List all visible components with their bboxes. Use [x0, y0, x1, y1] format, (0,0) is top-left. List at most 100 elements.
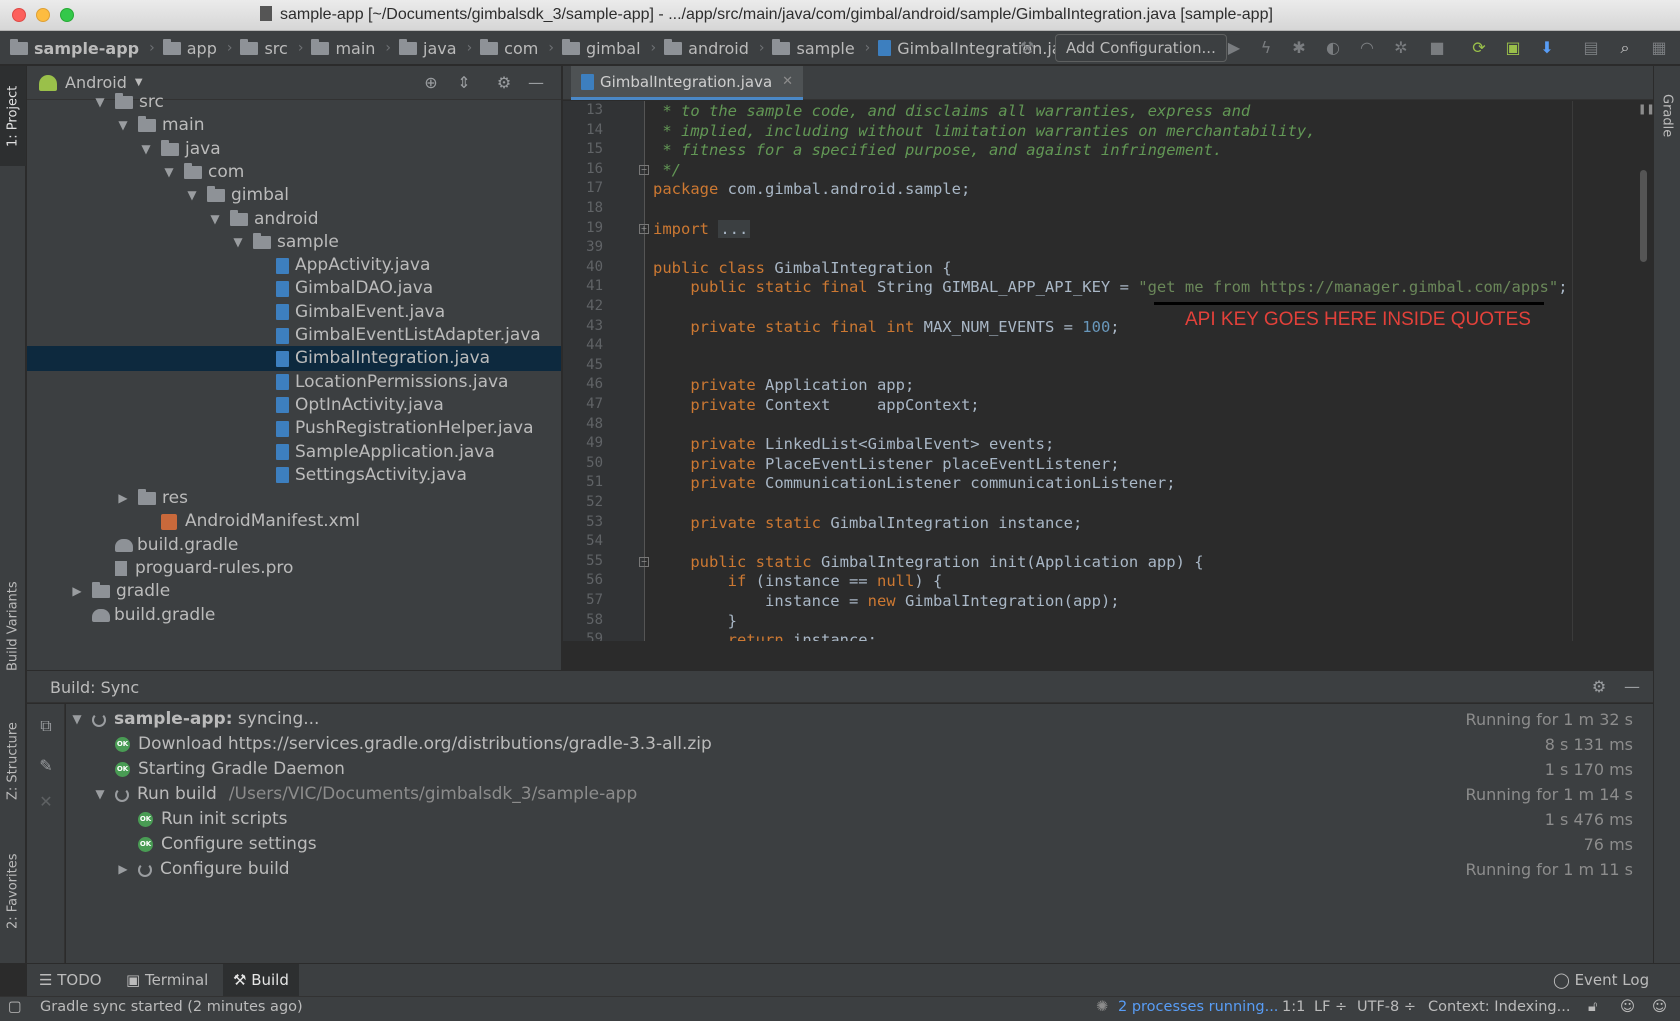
- run-icon[interactable]: ▶: [1225, 39, 1243, 57]
- gradle-tool-tab[interactable]: Gradle: [1654, 76, 1680, 156]
- close-window-button[interactable]: [12, 8, 26, 22]
- chevron-down-icon[interactable]: ▼: [208, 207, 222, 232]
- code-line[interactable]: if (instance == null) {: [653, 572, 943, 590]
- feedback-icon[interactable]: ☺: [1652, 999, 1667, 1015]
- background-processes-link[interactable]: 2 processes running...: [1118, 999, 1278, 1015]
- tree-item[interactable]: ▼ java: [27, 137, 220, 162]
- fold-toggle-icon[interactable]: +: [639, 223, 649, 234]
- chevron-down-icon[interactable]: ▼: [231, 230, 245, 255]
- code-editor[interactable]: 13 14 15 16 17 18 19 39 40 41 42 43 44 45 46 47 48 49 50 51…: [563, 101, 1653, 641]
- code-line[interactable]: private Context appContext;: [653, 396, 979, 414]
- toggle-view-icon[interactable]: ⧉: [36, 716, 56, 736]
- build-variants-tool-tab[interactable]: Build Variants: [0, 566, 26, 686]
- build-tree-item[interactable]: OK Configure settings: [116, 832, 317, 857]
- hammer-icon[interactable]: ⚒: [1018, 39, 1036, 57]
- breadcrumb-item[interactable]: GimbalIntegration.java: [878, 39, 1081, 58]
- tree-item[interactable]: ▶ gradle: [27, 579, 170, 604]
- layout-icon[interactable]: ▦: [1650, 39, 1668, 57]
- chevron-right-icon[interactable]: ▶: [116, 857, 130, 882]
- hide-panel-icon[interactable]: —: [527, 74, 545, 92]
- breadcrumb-item[interactable]: app: [162, 38, 217, 58]
- code-line[interactable]: * to the sample code, and disclaims all …: [653, 102, 1250, 120]
- code-line[interactable]: instance = new GimbalIntegration(app);: [653, 592, 1120, 610]
- breadcrumb-item[interactable]: sample: [772, 38, 855, 58]
- tree-item[interactable]: ▼ main: [27, 113, 204, 138]
- project-tool-tab[interactable]: 1: Project: [0, 66, 26, 166]
- breadcrumb-item[interactable]: com: [480, 38, 538, 58]
- build-tree-item[interactable]: OK Download https://services.gradle.org/d…: [93, 732, 712, 757]
- tree-item[interactable]: AndroidManifest.xml: [27, 509, 360, 534]
- code-line[interactable]: private Application app;: [653, 376, 914, 394]
- build-tab[interactable]: ⚒ Build: [223, 964, 299, 997]
- sdk-manager-icon[interactable]: ⬇: [1538, 39, 1556, 57]
- fold-toggle-icon[interactable]: −: [639, 164, 649, 175]
- sync-gradle-icon[interactable]: ⟳: [1470, 39, 1488, 57]
- project-structure-icon[interactable]: ▤: [1582, 39, 1600, 57]
- add-configuration-button[interactable]: Add Configuration...: [1055, 34, 1227, 62]
- chevron-down-icon[interactable]: ▼: [116, 113, 130, 138]
- terminal-tab[interactable]: ▣ Terminal: [116, 964, 218, 997]
- chevron-down-icon[interactable]: ▼: [162, 160, 176, 185]
- coverage-icon[interactable]: ◐: [1324, 39, 1342, 57]
- line-separator-selector[interactable]: LF ÷: [1314, 999, 1347, 1015]
- code-line[interactable]: * fitness for a specified purpose, and a…: [653, 141, 1222, 159]
- breadcrumb-item[interactable]: main: [311, 38, 375, 58]
- toggle-tool-windows-icon[interactable]: ▢: [8, 999, 22, 1015]
- close-icon[interactable]: ✕: [782, 74, 793, 89]
- gear-icon[interactable]: ⚙: [495, 74, 513, 92]
- code-line[interactable]: private static final int MAX_NUM_EVENTS …: [653, 318, 1119, 336]
- breadcrumb-item[interactable]: gimbal: [561, 38, 641, 58]
- debug-icon[interactable]: ✱: [1290, 39, 1308, 57]
- build-tree-item[interactable]: ▼ Run build/Users/VIC/Documents/gimbalsdk…: [93, 782, 637, 807]
- chevron-right-icon[interactable]: ▶: [116, 486, 130, 511]
- hector-icon[interactable]: ☺: [1620, 999, 1635, 1015]
- collapse-all-icon[interactable]: ⇕: [455, 74, 473, 92]
- favorites-tool-tab[interactable]: 2: Favorites: [0, 836, 26, 946]
- tree-item[interactable]: GimbalIntegration.java: [27, 346, 561, 372]
- build-hide-icon[interactable]: —: [1623, 678, 1641, 696]
- stop-icon[interactable]: ■: [1428, 39, 1446, 57]
- tree-item[interactable]: ▶ res: [27, 486, 188, 511]
- tree-item[interactable]: ▼ android: [27, 207, 318, 232]
- maximize-window-button[interactable]: [60, 8, 74, 22]
- chevron-down-icon[interactable]: ▼: [139, 137, 153, 162]
- tree-item[interactable]: AppActivity.java: [27, 253, 430, 278]
- code-line[interactable]: public static GimbalIntegration init(App…: [653, 553, 1203, 571]
- breadcrumb-item[interactable]: android: [664, 38, 749, 58]
- editor-tab-gimbalintegration[interactable]: GimbalIntegration.java ✕: [571, 66, 804, 100]
- lock-icon[interactable]: 🔓︎: [1588, 999, 1597, 1015]
- tree-item[interactable]: ▼ sample: [27, 230, 338, 255]
- code-line[interactable]: private static GimbalIntegration instanc…: [653, 514, 1082, 532]
- code-line[interactable]: * implied, including without limitation …: [653, 122, 1315, 140]
- pin-icon[interactable]: ✎: [36, 756, 56, 776]
- code-line[interactable]: private PlaceEventListener placeEventLis…: [653, 455, 1119, 473]
- code-line[interactable]: return instance;: [653, 631, 877, 641]
- tree-item[interactable]: GimbalEventListAdapter.java: [27, 323, 541, 348]
- breadcrumb-item[interactable]: src: [240, 38, 288, 58]
- todo-tab[interactable]: ☰ TODO: [29, 964, 112, 997]
- caret-position[interactable]: 1:1: [1282, 999, 1305, 1015]
- close-tab-icon[interactable]: ✕: [36, 792, 56, 812]
- encoding-selector[interactable]: UTF-8 ÷: [1357, 999, 1416, 1015]
- structure-tool-tab[interactable]: Z: Structure: [0, 706, 26, 816]
- avd-manager-icon[interactable]: ▣: [1504, 39, 1522, 57]
- chevron-down-icon[interactable]: ▼: [93, 90, 107, 115]
- build-tree-item[interactable]: OK Starting Gradle Daemon: [93, 757, 345, 782]
- breadcrumb-item[interactable]: java: [399, 38, 457, 58]
- code-line[interactable]: }: [653, 612, 737, 630]
- tree-item[interactable]: build.gradle: [27, 533, 238, 558]
- editor-scrollbar[interactable]: [1640, 170, 1647, 262]
- tree-item[interactable]: ▼ com: [27, 160, 244, 185]
- tree-item[interactable]: build.gradle: [27, 603, 215, 628]
- build-tree-item[interactable]: OK Run init scripts: [116, 807, 288, 832]
- tree-item[interactable]: LocationPermissions.java: [27, 370, 508, 395]
- profile-icon[interactable]: ◠: [1358, 39, 1376, 57]
- minimize-window-button[interactable]: [36, 8, 50, 22]
- attach-debugger-icon[interactable]: ✲: [1392, 39, 1410, 57]
- code-line[interactable]: */: [653, 161, 681, 179]
- tree-item[interactable]: ▼ src: [27, 90, 163, 115]
- code-line[interactable]: private CommunicationListener communicat…: [653, 474, 1175, 492]
- chevron-down-icon[interactable]: ▼: [135, 77, 143, 88]
- tree-item[interactable]: SettingsActivity.java: [27, 463, 467, 488]
- tree-item[interactable]: proguard-rules.pro: [27, 556, 293, 581]
